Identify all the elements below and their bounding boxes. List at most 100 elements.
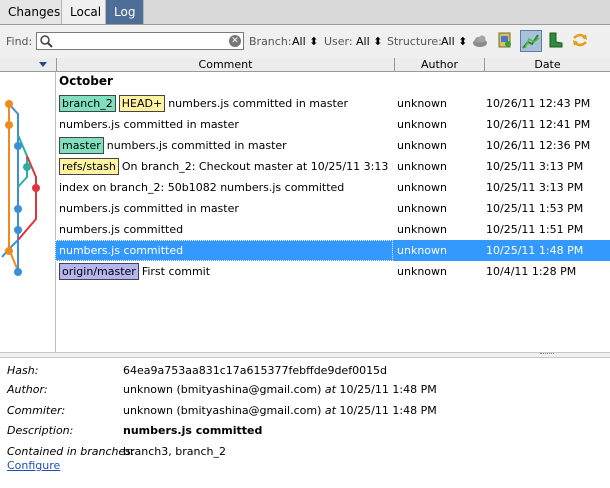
sync-button[interactable] [570,30,592,52]
commit-author: unknown [397,139,447,152]
table-row[interactable]: numbers.js committed in master unknown 10/… [55,114,610,135]
commit-author: unknown [397,118,447,131]
cloud-button[interactable] [470,30,492,52]
commit-author: unknown [397,181,447,194]
description-label: Description: [7,424,74,437]
updown-arrow-icon: ⬍ [458,35,468,48]
sort-down-icon [39,62,47,67]
commit-message: numbers.js committed in master [59,202,239,215]
commit-author: unknown [397,244,447,257]
updown-arrow-icon: ⬍ [373,35,383,48]
commit-node[interactable] [23,163,31,171]
clear-search-icon[interactable]: ✕ [229,35,241,47]
panel-splitter[interactable] [0,352,610,358]
commit-message: numbers.js committed in master [59,118,239,131]
author-name: unknown (bmityashina@gmail.com) [123,383,322,396]
user-label: User: [324,35,353,48]
commit-graph-svg [1,100,40,276]
commit-message: index on branch_2: 50b1082 numbers.js co… [59,181,345,194]
commit-date: 10/26/11 12:43 PM [486,97,591,110]
show-graph-toggle[interactable] [520,30,542,52]
author-at: at [324,383,336,396]
commit-date: 10/25/11 3:13 PM [486,181,584,194]
commit-date: 10/25/11 1:53 PM [486,202,584,215]
commit-node[interactable] [5,121,13,129]
sync-icon [573,33,587,47]
commit-node[interactable] [14,205,22,213]
table-row[interactable]: origin/master First commit unknown 10/4/11 … [55,261,610,282]
cloud-icon [473,35,487,47]
tab-local[interactable]: Local [62,0,106,24]
commit-date: 10/26/11 12:41 PM [486,118,591,131]
commit-author: unknown [397,223,447,236]
commit-message: numbers.js committed [59,223,184,236]
commit-message: First commit [141,265,211,278]
user-value: All [356,35,370,48]
commit-author: unknown [397,97,447,110]
structure-label: Structure: [387,35,442,48]
commit-date: 10/25/11 1:51 PM [486,223,584,236]
commit-comment: numbers.js committed in master [55,114,393,135]
table-row[interactable]: numbers.js committed unknown 10/25/11 1:48… [55,240,610,261]
commit-comment: index on branch_2: 50b1082 numbers.js co… [55,177,393,198]
refresh-button[interactable] [495,30,517,52]
commit-author: unknown [397,202,447,215]
commit-node[interactable] [14,268,22,276]
commit-comment: numbers.js committed in master [55,198,393,219]
author-label: Author: [7,383,48,396]
graph-column-header[interactable] [0,58,56,71]
ref-tag: HEAD+ [118,94,166,112]
commit-comment: master numbers.js committed in master [55,135,393,156]
table-row[interactable]: branch_2 HEAD+ numbers.js committed in mas… [55,93,610,114]
user-dropdown[interactable]: All ⬍ [356,35,382,48]
ref-tag: origin/master [59,262,139,280]
search-input[interactable]: ✕ [36,32,244,50]
table-header: Comment Author Date [0,58,610,72]
branch-value: All [292,35,306,48]
table-row[interactable]: master numbers.js committed in master unkn… [55,135,610,156]
commit-date: 10/25/11 3:13 PM [486,160,584,173]
hash-value: 64ea9a753aa831c17a615377febffde9def0015d [123,364,388,377]
commit-node[interactable] [32,184,40,192]
commit-node[interactable] [14,142,22,150]
commit-graph [0,72,56,352]
commit-comment: branch_2 HEAD+ numbers.js committed in mas… [55,93,393,114]
table-row[interactable]: refs/stash On branch_2: Checkout master a… [55,156,610,177]
log-toolbar: Find: ✕ Branch: All ⬍ User: All ⬍ Struct… [0,25,610,59]
commit-node[interactable] [5,247,13,255]
structure-dropdown[interactable]: All ⬍ [441,35,467,48]
tab-bar: Changes Local Log [0,0,610,25]
commit-message: numbers.js committed in master [106,139,287,152]
table-row[interactable]: numbers.js committed in master unknown 10/… [55,198,610,219]
tab-changes[interactable]: Changes [0,0,62,24]
description-value: numbers.js committed [123,424,262,437]
column-comment[interactable]: Comment [56,58,394,71]
branch-label: Branch: [249,35,292,48]
commit-message: numbers.js committed [59,244,184,257]
commit-date: 10/26/11 12:36 PM [486,139,591,152]
commit-comment: origin/master First commit [55,261,393,282]
column-date[interactable]: Date [484,58,610,71]
table-row[interactable]: index on branch_2: 50b1082 numbers.js co… [55,177,610,198]
author-value: unknown (bmityashina@gmail.com) at 10/25… [123,383,437,396]
description-text: numbers.js committed [123,424,263,437]
commit-node[interactable] [14,226,22,234]
column-author[interactable]: Author [394,58,484,71]
splitter-grip[interactable] [540,353,554,356]
branches-label: Contained in branches: [7,445,135,458]
commit-node[interactable] [5,100,13,108]
commit-message: numbers.js committed in master [168,97,349,110]
author-time: 10/25/11 1:48 PM [339,383,437,396]
group-header: October [59,74,113,88]
table-row[interactable]: numbers.js committed unknown 10/25/11 1:51… [55,219,610,240]
boot-button[interactable] [545,30,567,52]
configure-link[interactable]: Configure [7,459,60,472]
refresh-icon [498,32,511,48]
commit-author: unknown [397,265,447,278]
committer-name: unknown (bmityashina@gmail.com) [123,404,322,417]
find-label: Find: [6,35,33,48]
branch-dropdown[interactable]: All ⬍ [292,35,318,48]
tab-log[interactable]: Log [106,0,144,24]
commit-message: On branch_2: Checkout master at 10/25/11… [121,160,393,173]
structure-value: All [441,35,455,48]
